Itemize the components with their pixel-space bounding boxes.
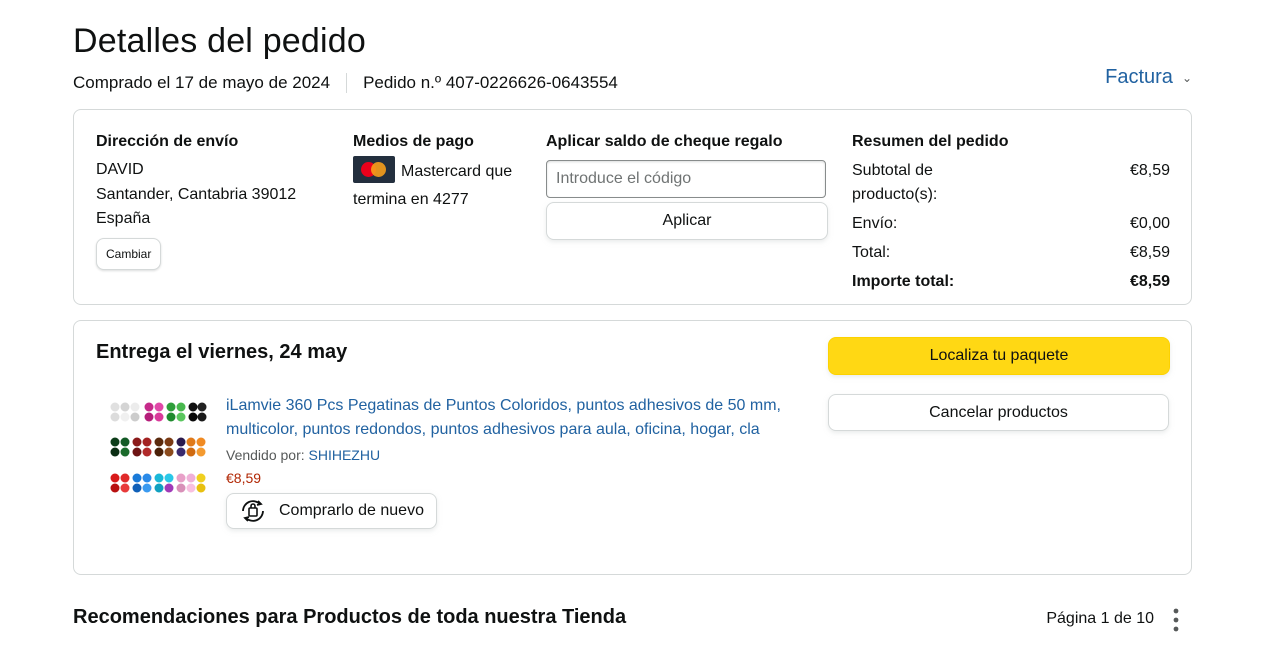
buy-again-icon [242,500,264,522]
change-address-button[interactable]: Cambiar [96,237,162,270]
shipping-city: Santander, Cantabria 39012 [96,185,297,203]
summary-label: Importe total: [852,273,955,290]
summary-row-total: Total: €8,59 [852,241,1170,265]
summary-value: €8,59 [1129,162,1170,179]
gift-heading: Aplicar saldo de cheque regalo [546,133,783,150]
payment-method: Medios de pago Mastercard que termina en… [353,130,535,214]
summary-value: €0,00 [1129,215,1170,232]
mastercard-icon [353,156,395,184]
buy-again-label: Comprarlo de nuevo [279,502,424,519]
invoice-dropdown[interactable]: Factura ⌄ [1105,66,1192,89]
shipping-heading: Dirección de envío [96,133,239,150]
more-options-icon[interactable] [1168,606,1184,634]
gift-card-section: Aplicar saldo de cheque regalo Aplicar [546,130,830,240]
order-summary-card: Dirección de envío DAVID Santander, Cant… [73,109,1192,305]
recommendations-pager: Página 1 de 10 [1046,610,1154,627]
seller-link[interactable]: SHIHEZHU [309,447,381,463]
delivery-card: Entrega el viernes, 24 may Localiza tu p… [73,320,1192,575]
summary-row-subtotal: Subtotal de producto(s): €8,59 [852,159,1170,207]
payment-card-line: Mastercard que [353,156,535,186]
summary-value: €8,59 [1129,244,1170,261]
buy-again-button[interactable]: Comprarlo de nuevo [226,493,437,529]
gift-code-input[interactable] [546,160,826,198]
cancel-items-button[interactable]: Cancelar productos [828,394,1169,431]
page-title: Detalles del pedido [73,22,366,60]
order-meta: Comprado el 17 de mayo de 2024 Pedido n.… [73,72,618,94]
order-details-page: Detalles del pedido Comprado el 17 de ma… [0,0,1280,661]
sticker-row-1 [110,402,207,422]
order-totals: Resumen del pedido Subtotal de producto(… [852,130,1170,294]
track-package-button[interactable]: Localiza tu paquete [828,337,1170,375]
summary-label: Total: [852,244,891,261]
summary-value: €8,59 [1129,273,1170,290]
meta-divider [346,73,348,93]
summary-row-grand-total: Importe total: €8,59 [852,270,1170,294]
product-title-link[interactable]: iLamvie 360 Pcs Pegatinas de Puntos Colo… [226,394,806,442]
summary-label: Subtotal de producto(s): [852,162,938,203]
summary-row-shipping: Envío: €0,00 [852,212,1170,236]
summary-heading: Resumen del pedido [852,133,1009,150]
order-number: Pedido n.º 407-0226626-0643554 [363,73,618,92]
apply-gift-button[interactable]: Aplicar [546,202,828,240]
shipping-country: España [96,210,151,227]
payment-heading: Medios de pago [353,133,474,150]
sticker-row-3 [110,473,206,493]
payment-card-text-2: termina en 4277 [353,191,469,208]
payment-card-text-1: Mastercard que [401,163,513,180]
shipping-address: Dirección de envío DAVID Santander, Cant… [96,130,336,270]
product-price: €8,59 [226,470,262,486]
summary-label: Envío: [852,215,898,232]
shipping-name: DAVID [96,161,144,178]
recommendations-title: Recomendaciones para Productos de toda n… [73,606,627,628]
delivery-date-title: Entrega el viernes, 24 may [96,341,348,363]
chevron-down-icon: ⌄ [1181,70,1192,85]
order-date: Comprado el 17 de mayo de 2024 [73,73,331,92]
sold-by-label: Vendido por: [226,447,305,463]
sold-by: Vendido por: SHIHEZHU [226,444,806,466]
product-info: iLamvie 360 Pcs Pegatinas de Puntos Colo… [226,394,806,530]
sticker-row-2 [110,437,206,457]
invoice-label: Factura [1105,66,1173,88]
product-thumbnail[interactable] [107,398,207,502]
